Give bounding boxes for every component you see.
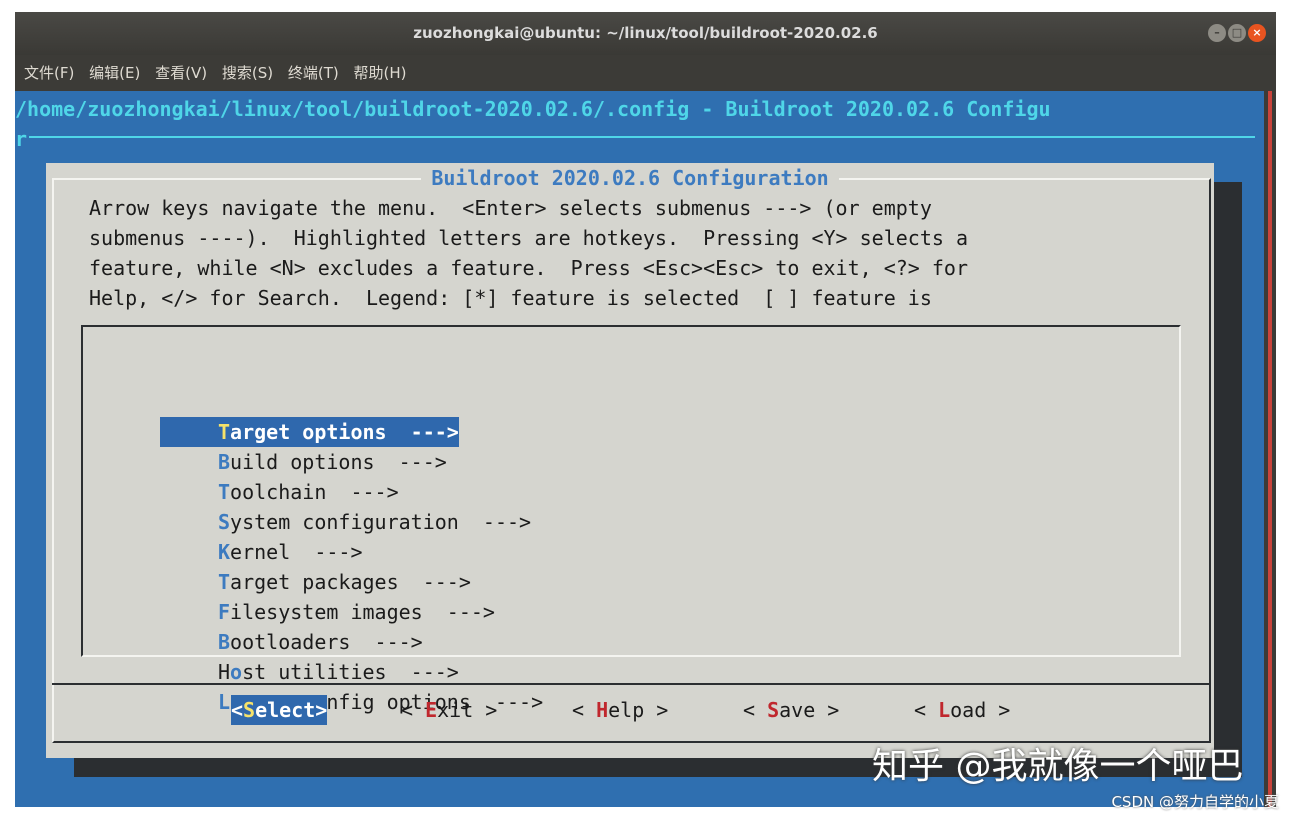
menu-item-target-options[interactable]: Target options ---> bbox=[160, 417, 459, 447]
header-rule bbox=[29, 136, 1255, 138]
btn-hotkey: H bbox=[596, 698, 609, 722]
menu-item-toolchain[interactable]: Toolchain ---> bbox=[218, 477, 399, 507]
btn-prefix: < bbox=[743, 698, 768, 722]
menu-item-target-packages[interactable]: Target packages ---> bbox=[218, 567, 471, 597]
menu-item-hotkey: T bbox=[218, 480, 231, 504]
menu-file[interactable]: 文件(F) bbox=[24, 64, 74, 82]
menu-item-label: uild options ---> bbox=[230, 450, 447, 474]
menu-item-label: arget packages ---> bbox=[230, 570, 471, 594]
maximize-icon[interactable]: □ bbox=[1228, 24, 1246, 42]
menu-item-filesystem-images[interactable]: Filesystem images ---> bbox=[218, 597, 495, 627]
terminal-area[interactable]: /home/zuozhongkai/linux/tool/buildroot-2… bbox=[15, 91, 1264, 807]
config-dialog: Buildroot 2020.02.6 Configuration Arrow … bbox=[46, 163, 1214, 758]
menu-search[interactable]: 搜索(S) bbox=[222, 64, 273, 82]
menu-terminal[interactable]: 终端(T) bbox=[288, 64, 339, 82]
button-divider bbox=[52, 683, 1211, 685]
watermark-zhihu: 知乎 @我就像一个哑巴 bbox=[872, 746, 1244, 787]
btn-hotkey: S bbox=[767, 698, 780, 722]
window-title: zuozhongkai@ubuntu: ~/linux/tool/buildro… bbox=[413, 24, 878, 42]
menu-item-label: ilesystem images ---> bbox=[230, 600, 495, 624]
scrollbar-thumb[interactable] bbox=[1268, 91, 1272, 807]
select-button[interactable]: <Select> bbox=[231, 695, 328, 725]
terminal-window: zuozhongkai@ubuntu: ~/linux/tool/buildro… bbox=[15, 12, 1276, 807]
help-text: Arrow keys navigate the menu. <Enter> se… bbox=[89, 196, 968, 310]
menu-item-prefix: H bbox=[218, 660, 231, 684]
menu-item-build-options[interactable]: Build options ---> bbox=[218, 447, 447, 477]
menu-item-hotkey: o bbox=[230, 660, 243, 684]
menu-edit[interactable]: 编辑(E) bbox=[89, 64, 140, 82]
btn-label: elect> bbox=[255, 698, 328, 722]
btn-hotkey: E bbox=[425, 698, 438, 722]
menu-item-hotkey: T bbox=[218, 570, 231, 594]
menu-item-label: st utilities ---> bbox=[242, 660, 459, 684]
btn-label: xit > bbox=[437, 698, 498, 722]
menu-item-hotkey: B bbox=[218, 450, 231, 474]
btn-hotkey: L bbox=[938, 698, 951, 722]
btn-prefix: < bbox=[572, 698, 597, 722]
help-button[interactable]: < Help > bbox=[572, 695, 668, 725]
save-button[interactable]: < Save > bbox=[743, 695, 839, 725]
menu-item-kernel[interactable]: Kernel ---> bbox=[218, 537, 363, 567]
dialog-title: Buildroot 2020.02.6 Configuration bbox=[46, 163, 1214, 193]
scrollbar[interactable] bbox=[1264, 91, 1276, 807]
menu-item-label: oolchain ---> bbox=[230, 480, 399, 504]
btn-hotkey: S bbox=[243, 698, 256, 722]
menu-item-hotkey: B bbox=[218, 630, 231, 654]
menu-item-hotkey: T bbox=[218, 420, 231, 444]
menu-item-hotkey: F bbox=[218, 600, 231, 624]
menu-bar: 文件(F) 编辑(E) 查看(V) 搜索(S) 终端(T) 帮助(H) bbox=[15, 55, 1276, 91]
menu-item-bootloaders[interactable]: Bootloaders ---> bbox=[218, 627, 423, 657]
config-path-line: /home/zuozhongkai/linux/tool/buildroot-2… bbox=[15, 97, 1051, 151]
menu-view[interactable]: 查看(V) bbox=[155, 64, 207, 82]
menu-item-label: ernel ---> bbox=[230, 540, 363, 564]
menu-item-label: arget options ---> bbox=[230, 420, 459, 444]
title-bar[interactable]: zuozhongkai@ubuntu: ~/linux/tool/buildro… bbox=[15, 12, 1276, 55]
btn-prefix: < bbox=[401, 698, 426, 722]
menu-item-label: ootloaders ---> bbox=[230, 630, 423, 654]
menu-item-hotkey: L bbox=[218, 690, 231, 714]
exit-button[interactable]: < Exit > bbox=[401, 695, 497, 725]
load-button[interactable]: < Load > bbox=[914, 695, 1010, 725]
close-icon[interactable]: × bbox=[1248, 24, 1266, 42]
menu-item-hotkey: K bbox=[218, 540, 231, 564]
menu-help[interactable]: 帮助(H) bbox=[354, 64, 407, 82]
btn-label: ave > bbox=[779, 698, 840, 722]
watermark-csdn: CSDN @努力自学的小夏 bbox=[1111, 793, 1279, 811]
btn-label: oad > bbox=[950, 698, 1011, 722]
menu-item-system-configuration[interactable]: System configuration ---> bbox=[218, 507, 531, 537]
menu-item-hotkey: S bbox=[218, 510, 231, 534]
btn-prefix: < bbox=[231, 698, 244, 722]
menu-item-label: ystem configuration ---> bbox=[230, 510, 532, 534]
btn-label: elp > bbox=[608, 698, 669, 722]
btn-prefix: < bbox=[914, 698, 939, 722]
window-controls: – □ × bbox=[1208, 24, 1266, 42]
minimize-icon[interactable]: – bbox=[1208, 24, 1226, 42]
